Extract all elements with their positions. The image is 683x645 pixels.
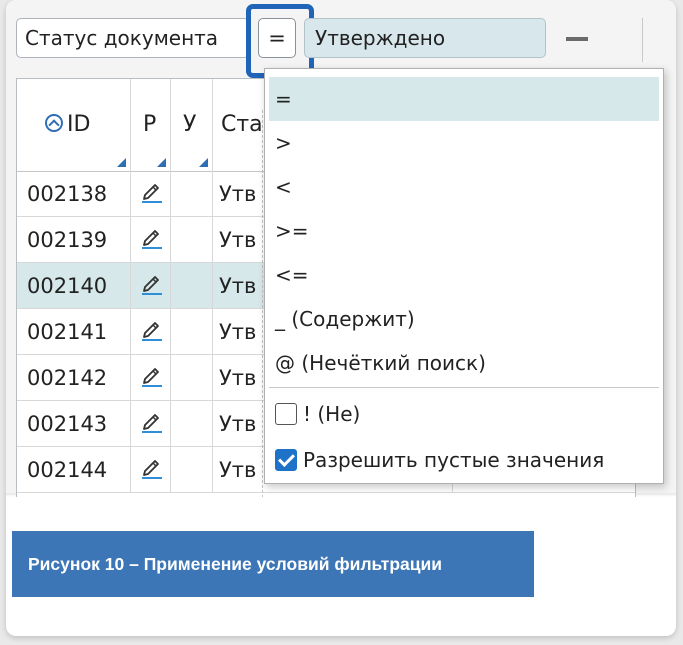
pencil-icon[interactable] xyxy=(140,412,164,434)
pencil-icon[interactable] xyxy=(140,274,164,296)
column-header-id[interactable]: ID xyxy=(17,79,131,171)
operator-option[interactable]: = xyxy=(269,77,659,121)
operator-option[interactable]: > xyxy=(269,121,659,165)
column-resize-guide xyxy=(262,110,263,497)
operator-option[interactable]: <= xyxy=(269,253,659,297)
cell-u xyxy=(171,217,213,263)
figure-card: Статус документа = Утверждено ID Р У Ста… xyxy=(6,0,676,636)
toolbar-divider xyxy=(642,18,643,62)
sort-ascending-icon[interactable] xyxy=(45,114,63,132)
operator-dropdown: = > < >= <= _ (Содержит) @ (Нечёткий поиск) ! … xyxy=(264,68,664,484)
column-filter-icon[interactable] xyxy=(199,158,208,167)
edit-cell[interactable] xyxy=(131,263,171,309)
edit-cell[interactable] xyxy=(131,171,171,217)
pencil-icon[interactable] xyxy=(140,458,164,480)
cell-u xyxy=(171,171,213,217)
cell-u xyxy=(171,355,213,401)
edit-cell[interactable] xyxy=(131,447,171,493)
filter-field-select[interactable]: Статус документа xyxy=(16,18,249,58)
cell-u xyxy=(171,263,213,309)
edit-cell[interactable] xyxy=(131,401,171,447)
pencil-icon[interactable] xyxy=(140,366,164,388)
column-filter-icon[interactable] xyxy=(157,158,166,167)
cell-u xyxy=(171,401,213,447)
column-header-u[interactable]: У xyxy=(171,79,213,171)
not-checkbox[interactable] xyxy=(275,402,297,425)
allow-empty-checkbox[interactable] xyxy=(275,448,297,471)
app-screenshot: Статус документа = Утверждено ID Р У Ста… xyxy=(6,0,676,497)
pencil-icon[interactable] xyxy=(140,320,164,342)
operator-option[interactable]: >= xyxy=(269,209,659,253)
cell-u xyxy=(171,309,213,355)
column-header-edit[interactable]: Р xyxy=(131,79,171,171)
cell-id: 002142 xyxy=(17,355,131,401)
figure-caption: Рисунок 10 – Применение условий фильтрац… xyxy=(12,531,534,597)
cell-id: 002140 xyxy=(17,263,131,309)
cell-id: 002143 xyxy=(17,401,131,447)
edit-cell[interactable] xyxy=(131,355,171,401)
not-checkbox-row[interactable]: ! (Не) xyxy=(275,396,360,432)
remove-filter-button[interactable] xyxy=(566,37,588,41)
operator-option[interactable]: @ (Нечёткий поиск) xyxy=(269,341,659,385)
cell-id: 002138 xyxy=(17,171,131,217)
cell-u xyxy=(171,447,213,493)
cell-id: 002141 xyxy=(17,309,131,355)
cell-id: 002139 xyxy=(17,217,131,263)
operator-option[interactable]: _ (Содержит) xyxy=(269,297,659,341)
operator-option[interactable]: < xyxy=(269,165,659,209)
filter-value-input[interactable]: Утверждено xyxy=(304,18,546,58)
edit-cell[interactable] xyxy=(131,217,171,263)
pencil-icon[interactable] xyxy=(140,182,164,204)
allow-empty-checkbox-row[interactable]: Разрешить пустые значения xyxy=(275,442,604,478)
pencil-icon[interactable] xyxy=(140,228,164,250)
cell-id: 002144 xyxy=(17,447,131,493)
dropdown-divider xyxy=(269,387,659,388)
edit-cell[interactable] xyxy=(131,309,171,355)
column-filter-icon[interactable] xyxy=(117,158,126,167)
